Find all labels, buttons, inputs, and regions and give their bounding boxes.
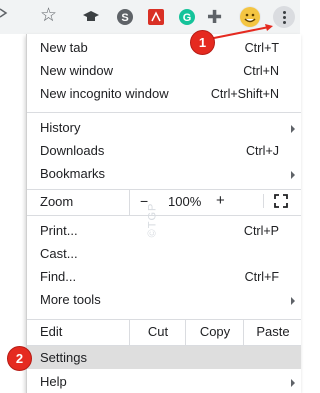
menu-divider: [27, 112, 301, 113]
menu-item-downloads[interactable]: Downloads Ctrl+J: [27, 140, 301, 162]
shortcut-text: Ctrl+Shift+N: [210, 87, 279, 101]
menu-divider: [27, 215, 301, 216]
shortcut-text: Ctrl+N: [243, 64, 279, 78]
menu-item-print[interactable]: Print... Ctrl+P: [27, 220, 301, 242]
partial-icon: [0, 8, 8, 18]
menu-label: More tools: [40, 292, 101, 307]
submenu-arrow-icon: [291, 379, 295, 387]
skype-icon[interactable]: S: [116, 8, 134, 26]
submenu-arrow-icon: [291, 171, 295, 179]
zoom-in-button[interactable]: +: [216, 192, 225, 209]
pdf-icon[interactable]: [147, 8, 165, 26]
submenu-arrow-icon: [291, 297, 295, 305]
svg-text:G: G: [183, 12, 192, 24]
menu-item-history[interactable]: History: [27, 117, 301, 139]
fullscreen-icon[interactable]: [263, 194, 288, 208]
menu-item-find[interactable]: Find... Ctrl+F: [27, 266, 301, 288]
menu-label: Cast...: [40, 246, 78, 261]
grammarly-icon[interactable]: G: [178, 8, 196, 26]
menu-item-settings[interactable]: Settings: [27, 346, 301, 369]
shortcut-text: Ctrl+P: [243, 224, 279, 238]
edit-label: Edit: [40, 324, 63, 339]
zoom-level: 100%: [168, 194, 202, 209]
menu-item-bookmarks[interactable]: Bookmarks: [27, 163, 301, 185]
menu-label: New window: [40, 63, 113, 78]
svg-text:S: S: [121, 12, 128, 24]
menu-label: Settings: [40, 350, 87, 365]
menu-label: Find...: [40, 269, 77, 284]
menu-item-help[interactable]: Help: [27, 371, 301, 393]
menu-label: Bookmarks: [40, 166, 106, 181]
menu-label: New tab: [40, 40, 88, 55]
step-badge-1: 1: [190, 30, 215, 55]
submenu-arrow-icon: [291, 125, 295, 133]
edit-row: Edit Cut Copy Paste: [27, 319, 301, 345]
shortcut-text: Ctrl+J: [246, 144, 279, 158]
zoom-row: Zoom − 100% +: [27, 189, 301, 215]
paste-button[interactable]: Paste: [243, 319, 302, 345]
menu-label: Downloads: [40, 143, 105, 158]
chrome-main-menu: New tab Ctrl+T New window Ctrl+N New inc…: [26, 34, 301, 393]
watermark: ©TGP: [146, 202, 159, 238]
menu-item-cast[interactable]: Cast...: [27, 243, 301, 265]
copy-button[interactable]: Copy: [185, 319, 244, 345]
menu-item-more-tools[interactable]: More tools: [27, 289, 301, 311]
menu-item-new-window[interactable]: New window Ctrl+N: [27, 60, 301, 82]
menu-label: Print...: [40, 223, 78, 238]
star-icon[interactable]: ☆: [40, 6, 58, 26]
menu-item-new-incognito-window[interactable]: New incognito window Ctrl+Shift+N: [27, 83, 301, 105]
graduation-cap-icon[interactable]: [82, 8, 100, 26]
zoom-label: Zoom: [40, 194, 74, 209]
shortcut-text: Ctrl+F: [244, 270, 279, 284]
cut-button[interactable]: Cut: [129, 319, 186, 345]
menu-label: Help: [40, 374, 67, 389]
menu-label: New incognito window: [40, 86, 169, 101]
step-badge-2: 2: [7, 346, 32, 371]
callout-arrow-icon: [208, 24, 273, 40]
menu-label: History: [40, 120, 81, 135]
